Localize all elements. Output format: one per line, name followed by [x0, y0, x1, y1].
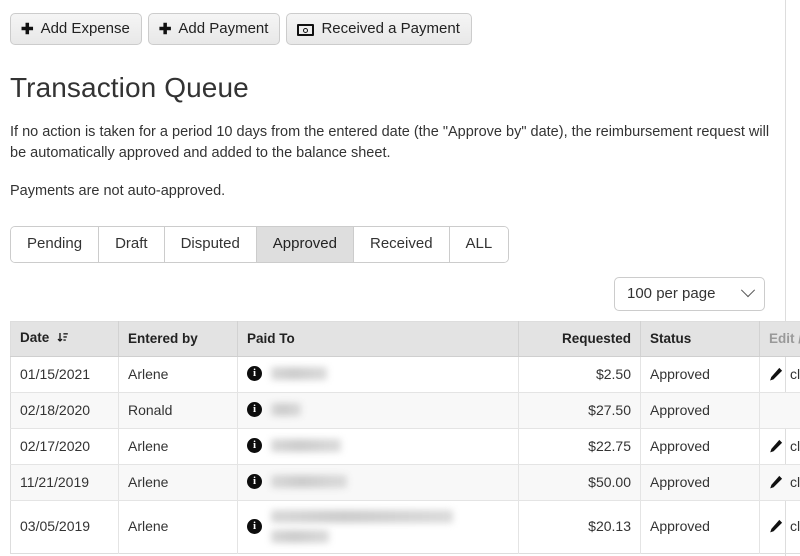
- column-header-paid-to[interactable]: Paid To: [237, 321, 519, 357]
- pencil-icon: [769, 519, 783, 533]
- cell-entered-by: Arlene: [118, 356, 238, 393]
- cell-paid-to: i: [237, 392, 519, 429]
- add-payment-button[interactable]: ✚ Add Payment: [147, 13, 281, 45]
- money-bill-icon: [297, 24, 315, 36]
- pencil-icon: [769, 367, 783, 381]
- received-a-payment-label: Received a Payment: [321, 20, 460, 37]
- cell-date: 02/18/2020: [10, 392, 119, 429]
- received-a-payment-button[interactable]: Received a Payment: [286, 13, 472, 45]
- page-container: ✚ Add Expense ✚ Add Payment Received a P…: [0, 0, 800, 556]
- edit-link[interactable]: click here: [769, 474, 800, 490]
- cell-paid-to: i: [237, 500, 519, 554]
- per-page-select[interactable]: 100 per page: [614, 276, 765, 311]
- redacted-payee-name: [271, 367, 327, 381]
- cell-edit-delete: [759, 392, 800, 429]
- plus-icon: ✚: [158, 20, 172, 38]
- status-filter-tabs: Pending Draft Disputed Approved Received…: [10, 225, 510, 263]
- cell-date: 02/17/2020: [10, 428, 119, 465]
- column-header-status[interactable]: Status: [640, 321, 760, 357]
- cell-requested: $22.75: [518, 428, 641, 465]
- cell-entered-by: Ronald: [118, 392, 238, 429]
- column-header-edit-delete: Edit / Delete: [759, 321, 800, 357]
- table-row: 02/18/2020 Ronald i $27.50 Approved: [10, 392, 800, 429]
- table-row: 03/05/2019 Arlene i $20.13 Approved cl: [10, 500, 800, 554]
- cell-edit-delete: click here: [759, 428, 800, 465]
- table-body: 01/15/2021 Arlene i $2.50 Approved cl 02…: [10, 356, 800, 554]
- action-toolbar: ✚ Add Expense ✚ Add Payment Received a P…: [10, 10, 775, 45]
- info-icon[interactable]: i: [247, 402, 262, 418]
- cell-requested: $50.00: [518, 464, 641, 501]
- per-page-row: 100 per page: [10, 276, 775, 311]
- description-paragraph-2: Payments are not auto-approved.: [10, 182, 226, 199]
- table-row: 02/17/2020 Arlene i $22.75 Approved cl: [10, 428, 800, 465]
- table-head: Date Entered by Paid To Requested Status…: [10, 321, 800, 357]
- tab-approved[interactable]: Approved: [256, 226, 354, 262]
- edit-link-label: click here: [790, 437, 800, 454]
- cell-date: 11/21/2019: [10, 464, 119, 501]
- cell-status: Approved: [640, 500, 760, 554]
- info-icon[interactable]: i: [247, 518, 262, 534]
- info-icon[interactable]: i: [247, 474, 262, 490]
- add-expense-button[interactable]: ✚ Add Expense: [10, 13, 142, 45]
- redacted-payee-name: [271, 439, 341, 453]
- add-expense-label: Add Expense: [40, 20, 130, 37]
- cell-status: Approved: [640, 356, 760, 393]
- description-paragraph-1: If no action is taken for a period 10 da…: [10, 123, 770, 161]
- table-row: 01/15/2021 Arlene i $2.50 Approved cl: [10, 356, 800, 393]
- redacted-payee-name: [271, 509, 453, 543]
- edit-link-label: click here: [790, 365, 800, 382]
- edit-link[interactable]: click here: [769, 366, 800, 382]
- cell-paid-to: i: [237, 428, 519, 465]
- cell-requested: $27.50: [518, 392, 641, 429]
- redacted-payee-name: [271, 475, 347, 489]
- add-payment-label: Add Payment: [178, 20, 269, 37]
- column-header-requested[interactable]: Requested: [518, 321, 641, 357]
- table-header-row: Date Entered by Paid To Requested Status…: [10, 321, 800, 357]
- cell-entered-by: Arlene: [118, 428, 238, 465]
- redacted-payee-name: [271, 403, 301, 417]
- edit-link-label: click here: [790, 473, 800, 490]
- plus-icon: ✚: [21, 20, 34, 38]
- column-header-date[interactable]: Date: [10, 321, 119, 357]
- cell-edit-delete: click here: [759, 464, 800, 501]
- cell-paid-to: i: [237, 356, 519, 393]
- chevron-down-icon: [740, 283, 756, 298]
- cell-requested: $20.13: [518, 500, 641, 554]
- cell-edit-delete: click here: [760, 500, 800, 553]
- edit-link-label: click here: [790, 518, 800, 535]
- sort-descending-icon[interactable]: [57, 332, 68, 347]
- cell-date: 03/05/2019: [10, 500, 119, 554]
- cell-date: 01/15/2021: [10, 356, 119, 393]
- cell-status: Approved: [640, 428, 760, 465]
- per-page-selected-label: 100 per page: [627, 284, 716, 302]
- tab-disputed[interactable]: Disputed: [164, 226, 257, 262]
- transaction-queue-table: Date Entered by Paid To Requested Status…: [10, 320, 800, 554]
- tab-received[interactable]: Received: [354, 226, 450, 262]
- cell-paid-to: i: [237, 464, 519, 501]
- pencil-icon: [769, 439, 783, 453]
- cell-status: Approved: [640, 392, 760, 429]
- page-title: Transaction Queue: [10, 72, 249, 103]
- cell-entered-by: Arlene: [118, 464, 238, 501]
- cell-status: Approved: [640, 464, 760, 501]
- table-row: 11/21/2019 Arlene i $50.00 Approved cl: [10, 464, 800, 501]
- tab-all[interactable]: ALL: [449, 226, 509, 262]
- cell-entered-by: Arlene: [118, 500, 238, 554]
- cell-requested: $2.50: [518, 356, 641, 393]
- tab-draft[interactable]: Draft: [99, 226, 165, 262]
- edit-link[interactable]: click here: [769, 518, 800, 534]
- tab-pending[interactable]: Pending: [11, 226, 100, 262]
- column-header-entered-by[interactable]: Entered by: [118, 321, 238, 357]
- column-header-date-label: Date: [20, 329, 50, 345]
- pencil-icon: [769, 475, 783, 489]
- info-icon[interactable]: i: [247, 366, 262, 382]
- cell-edit-delete: click here: [759, 356, 800, 393]
- info-icon[interactable]: i: [247, 438, 262, 454]
- edit-link[interactable]: click here: [769, 438, 800, 454]
